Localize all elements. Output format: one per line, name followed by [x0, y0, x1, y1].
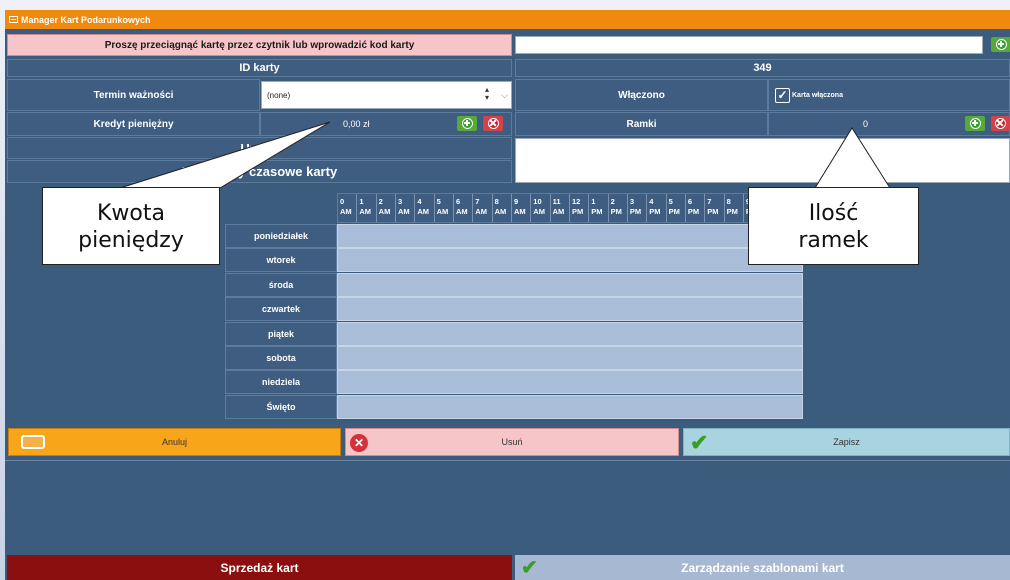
frames-callout-text: Ilość ramek: [798, 201, 869, 253]
money-callout: Kwota pieniędzy: [42, 187, 220, 265]
frames-callout: Ilość ramek: [748, 187, 919, 265]
money-callout-text: Kwota pieniędzy: [78, 201, 184, 253]
frames-callout-pointer: [814, 127, 891, 189]
callout-pointers: [119, 121, 891, 189]
money-callout-pointer: [119, 121, 331, 189]
